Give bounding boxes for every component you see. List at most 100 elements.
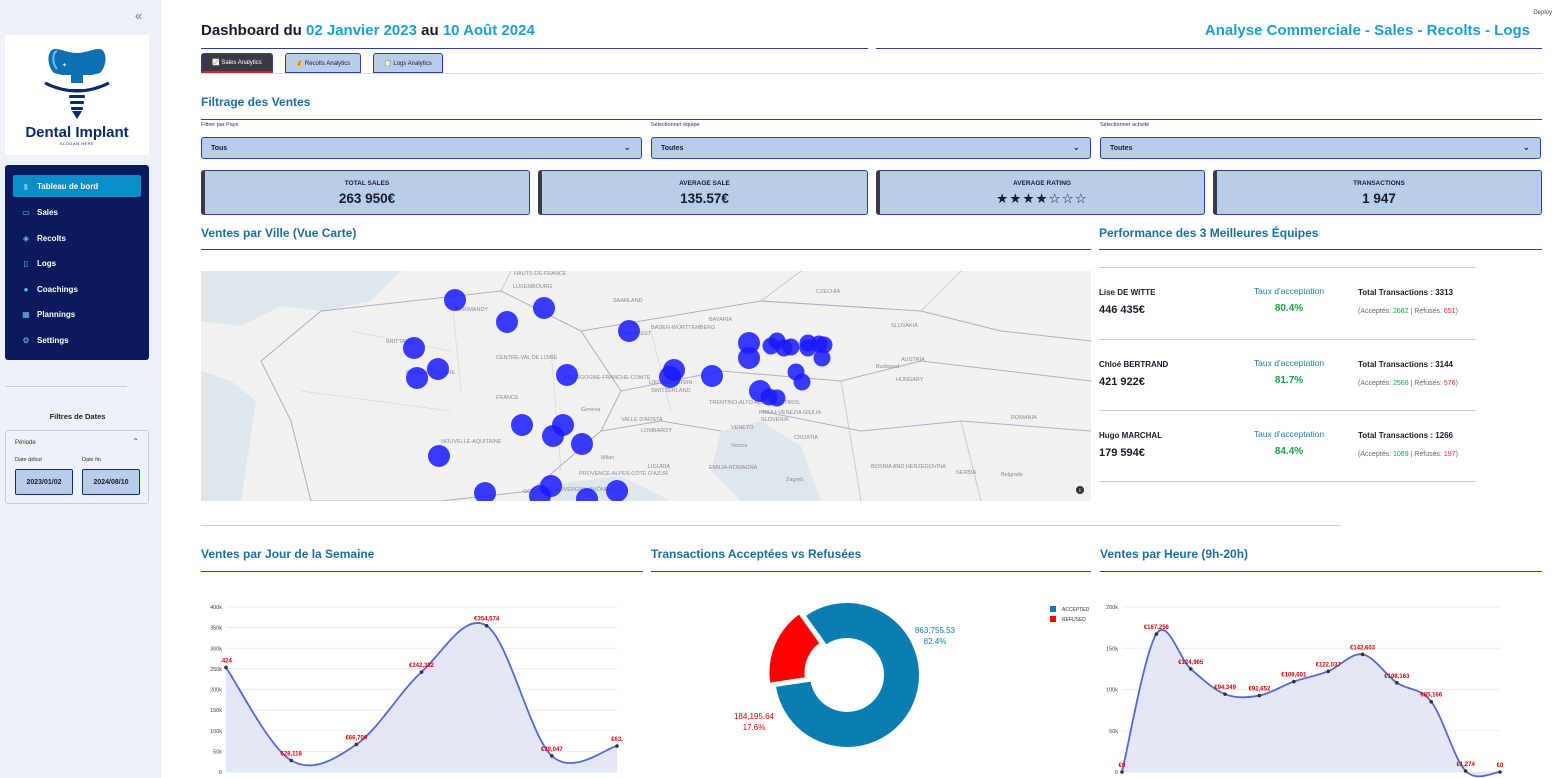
- sidebar-item-sales[interactable]: ▭ Sales: [5, 200, 149, 226]
- bar-chart-icon: ▮: [23, 181, 29, 191]
- sidebar-item-logs[interactable]: ▯ Logs: [5, 251, 149, 277]
- sidebar-item-settings[interactable]: ⚙ Settings: [5, 328, 149, 354]
- map-marker[interactable]: [659, 366, 681, 388]
- map-label: Milan: [601, 455, 614, 461]
- period-expander[interactable]: Période ⌃ Date début Date fin 2023/01/02…: [5, 430, 149, 504]
- sidebar: « ✦ Dental Implant SLOGAN HERE ▮ Tableau…: [0, 0, 161, 778]
- country-select[interactable]: Tous ⌄: [201, 137, 642, 159]
- sidebar-item-coachings[interactable]: ● Coachings: [5, 277, 149, 303]
- data-point[interactable]: [1154, 632, 1159, 636]
- data-point[interactable]: [1120, 770, 1124, 774]
- data-point[interactable]: [1395, 680, 1399, 685]
- map-label: SLOVENIA: [761, 417, 789, 423]
- map-marker[interactable]: [556, 364, 578, 386]
- map-marker[interactable]: [701, 365, 723, 387]
- team-select[interactable]: Toutes ⌄: [651, 137, 1091, 159]
- end-date-input[interactable]: 2024/08/10: [82, 469, 140, 495]
- data-point[interactable]: [1360, 652, 1365, 657]
- title-start-date: 02 Janvier 2023: [306, 22, 417, 39]
- sidebar-item-tableau-de-bord[interactable]: ▮ Tableau de bord: [13, 175, 141, 197]
- map-marker[interactable]: [571, 433, 593, 455]
- section-divider: [201, 525, 1341, 526]
- teams-title: Performance des 3 Meilleures Équipes: [1099, 226, 1319, 240]
- data-point[interactable]: [1223, 692, 1227, 696]
- map-marker[interactable]: [618, 320, 640, 342]
- team-divider: [1099, 267, 1476, 268]
- map-label: LUXEMBOURG: [513, 284, 552, 290]
- legend-swatch: [1050, 616, 1056, 622]
- map-marker[interactable]: [427, 358, 449, 380]
- data-point[interactable]: [419, 670, 424, 674]
- kpi-value: 263 950€: [338, 191, 396, 206]
- sales-map[interactable]: HAUTS-DE-FRANCE NORMANDY LUXEMBOURG SAARLAN…: [201, 271, 1091, 501]
- sidebar-item-label: Coachings: [37, 284, 78, 294]
- data-point[interactable]: [484, 623, 489, 628]
- map-label: EMILIA-ROMAGNA: [709, 465, 758, 471]
- title-mid: au: [421, 22, 439, 39]
- data-point[interactable]: [1257, 693, 1262, 698]
- data-point[interactable]: [1498, 770, 1502, 774]
- data-point[interactable]: [354, 742, 359, 747]
- team-filter-label: Sélectionner équipe: [651, 122, 700, 128]
- pie-percent-label: 17.6%: [743, 723, 766, 732]
- country-filter-label: Filtrer par Pays: [201, 122, 239, 128]
- map-marker[interactable]: [533, 297, 555, 319]
- map-marker[interactable]: [511, 414, 533, 436]
- map-marker[interactable]: [496, 311, 518, 333]
- map-marker[interactable]: [813, 349, 831, 367]
- map-label: Zagreb: [786, 477, 803, 483]
- sidebar-item-plannings[interactable]: ▦ Plannings: [5, 302, 149, 328]
- data-label: €0: [1119, 763, 1126, 769]
- start-date-label: Date début: [15, 457, 42, 463]
- sidebar-item-recolts[interactable]: ◈ Recolts: [5, 226, 149, 252]
- data-point[interactable]: [1188, 667, 1193, 671]
- data-label: €28,118: [280, 751, 302, 757]
- data-point[interactable]: [1326, 669, 1330, 674]
- data-label: €124,965: [1178, 660, 1204, 666]
- map-label: CROATIA: [794, 435, 818, 441]
- map-marker[interactable]: [406, 367, 428, 389]
- collapse-sidebar-icon[interactable]: «: [135, 8, 142, 23]
- map-marker[interactable]: [444, 289, 466, 311]
- map-marker[interactable]: [738, 347, 760, 369]
- users-icon: ●: [23, 284, 29, 294]
- data-point[interactable]: [224, 665, 228, 670]
- deploy-button[interactable]: Deploy: [1533, 10, 1552, 16]
- data-point[interactable]: [550, 754, 554, 758]
- legend-label: REFUSED: [1062, 617, 1086, 623]
- data-point[interactable]: [1429, 699, 1434, 704]
- map-marker[interactable]: [606, 480, 628, 501]
- data-label: €63,: [611, 737, 623, 743]
- map-marker[interactable]: [542, 425, 564, 447]
- data-point[interactable]: [1292, 679, 1296, 684]
- map-marker[interactable]: [799, 339, 817, 357]
- kpi-transactions: TRANSACTIONS 1 947: [1213, 170, 1542, 215]
- date-filters-title: Filtres de Dates: [49, 412, 106, 421]
- activity-select[interactable]: Toutes ⌄: [1100, 137, 1541, 159]
- data-point[interactable]: [1463, 769, 1468, 773]
- tab-logs-analytics[interactable]: 📋 Logs Analytics: [373, 53, 443, 73]
- map-title-underline: [201, 249, 1091, 250]
- data-point[interactable]: [289, 758, 293, 763]
- chevron-up-icon[interactable]: ⌃: [132, 437, 139, 446]
- sidebar-item-label: Sales: [37, 208, 58, 218]
- map-marker[interactable]: [768, 389, 786, 407]
- map-marker[interactable]: [474, 482, 496, 501]
- chevron-down-icon: ⌄: [1522, 142, 1530, 152]
- map-marker[interactable]: [403, 337, 425, 359]
- pie-value-label: 184,195.64: [734, 712, 775, 721]
- map-marker[interactable]: [782, 338, 800, 356]
- map-marker[interactable]: [793, 373, 811, 391]
- sidebar-item-label: Plannings: [37, 310, 76, 320]
- data-label: €242,382: [409, 663, 435, 669]
- data-point[interactable]: [615, 744, 619, 748]
- start-date-input[interactable]: 2023/01/02: [15, 469, 73, 495]
- tab-recolts-analytics[interactable]: 💰 Recolts Analytics: [285, 53, 361, 73]
- map-label: FRANCE: [496, 395, 519, 401]
- y-tick-label: 400k: [210, 605, 222, 611]
- map-marker[interactable]: [428, 445, 450, 467]
- map-canvas[interactable]: HAUTS-DE-FRANCENORMANDYLUXEMBOURGSAARLAN…: [201, 271, 1091, 501]
- page-title: Dashboard du 02 Janvier 2023 au 10 Août …: [201, 22, 535, 39]
- tab-sales-analytics[interactable]: 📈 Sales Analytics: [201, 53, 273, 73]
- legend-swatch: [1050, 606, 1056, 612]
